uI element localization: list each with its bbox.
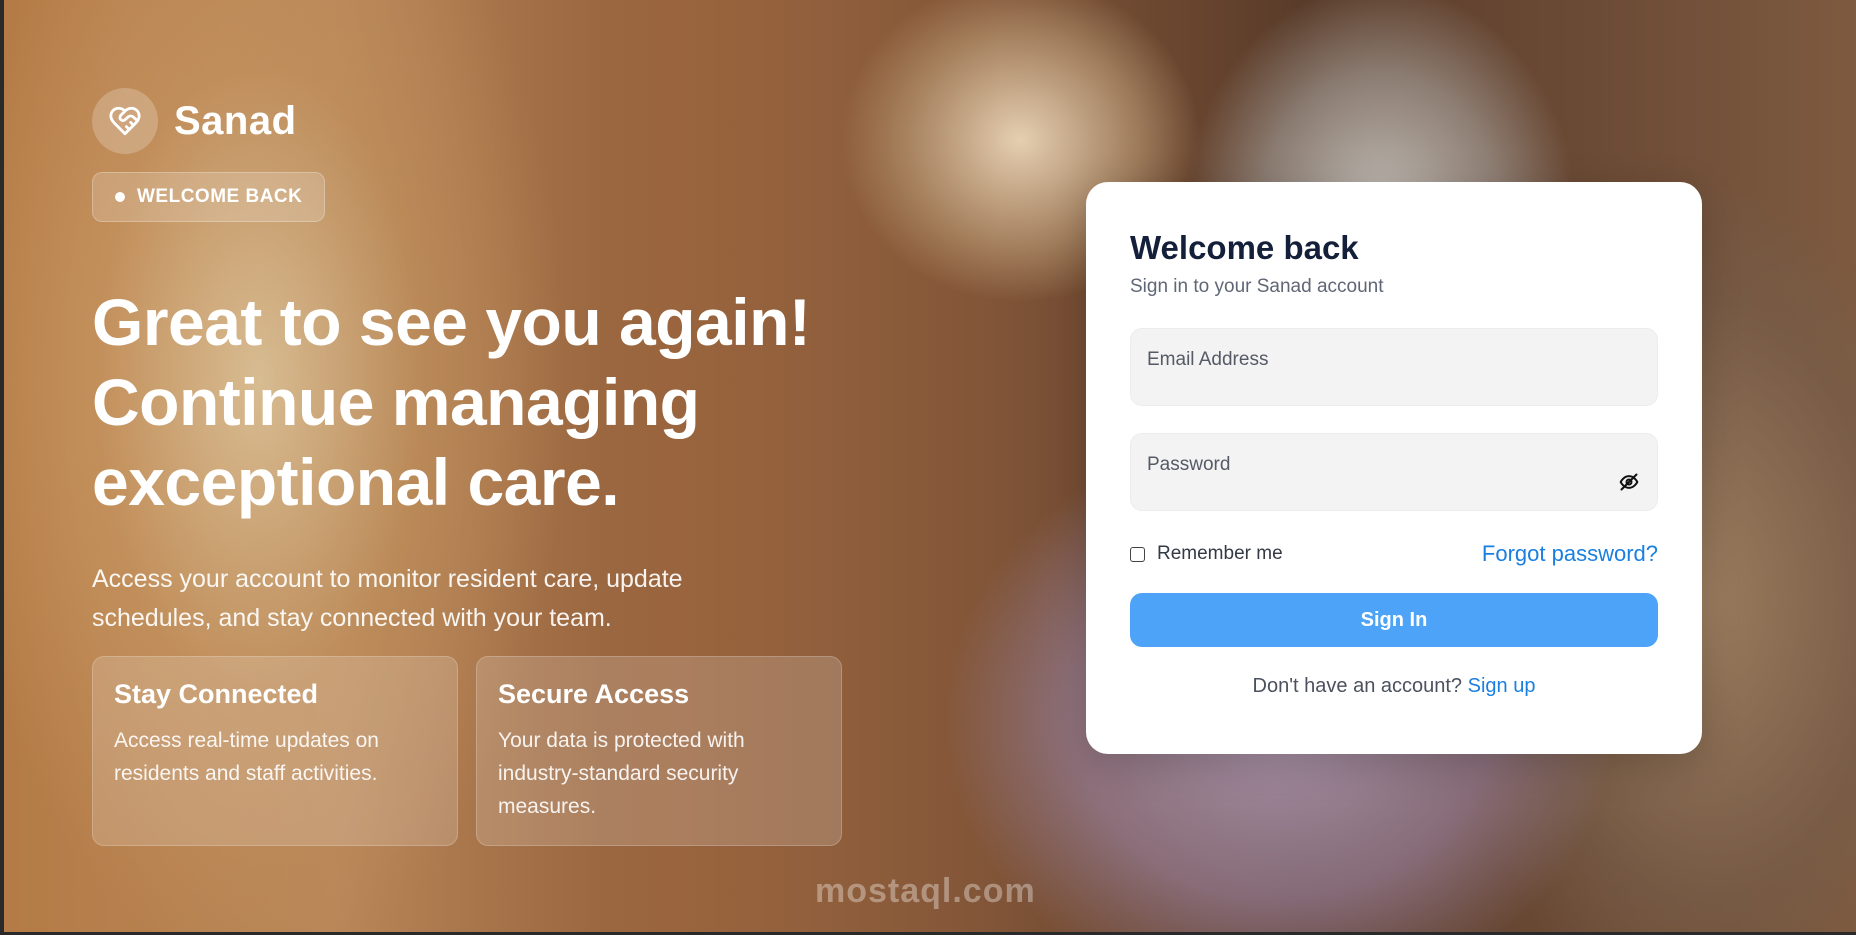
feature-text: Your data is protected with industry-sta…: [498, 729, 745, 818]
headline-line: Continue managing: [92, 365, 700, 439]
welcome-badge: WELCOME BACK: [92, 172, 326, 222]
password-input[interactable]: [1131, 434, 1657, 510]
forgot-password-link[interactable]: Forgot password?: [1482, 541, 1658, 567]
watermark: mostaql.com: [815, 872, 1036, 910]
dot-icon: [115, 192, 125, 202]
login-subtitle: Sign in to your Sanad account: [1130, 276, 1384, 297]
remember-me[interactable]: Remember me: [1130, 543, 1283, 565]
login-title: Welcome back: [1130, 229, 1359, 266]
feature-title: Secure Access: [498, 679, 690, 709]
heart-handshake-icon: [92, 88, 158, 154]
password-field-container: [1130, 433, 1658, 511]
feature-card-secure-access: Secure Access Your data is protected wit…: [476, 656, 842, 846]
hero-headline: Great to see you again! Continue managin…: [92, 282, 892, 522]
login-page: Sanad WELCOME BACK Great to see you agai…: [0, 0, 1856, 935]
signup-row: Don't have an account? Sign up: [1130, 675, 1658, 698]
brand-name: Sanad: [174, 98, 297, 143]
eye-off-icon[interactable]: [1617, 470, 1641, 494]
feature-card-stay-connected: Stay Connected Access real-time updates …: [92, 656, 458, 846]
remember-me-checkbox[interactable]: [1130, 546, 1145, 562]
sign-up-link[interactable]: Sign up: [1468, 675, 1536, 697]
sign-in-button[interactable]: Sign In: [1130, 593, 1658, 647]
remember-me-label: Remember me: [1157, 543, 1283, 564]
hero-description: Access your account to monitor resident …: [92, 565, 683, 632]
login-options: Remember me Forgot password?: [1130, 541, 1658, 567]
email-field-container: [1130, 328, 1658, 406]
badge-label: WELCOME BACK: [137, 186, 303, 207]
window-edge: [0, 0, 4, 935]
feature-text: Access real-time updates on residents an…: [114, 729, 379, 785]
feature-title: Stay Connected: [114, 679, 319, 709]
email-input[interactable]: [1131, 329, 1657, 405]
headline-line: Great to see you again!: [92, 285, 811, 359]
signup-prompt: Don't have an account?: [1252, 675, 1463, 697]
brand: Sanad: [92, 88, 297, 154]
headline-line: exceptional care.: [92, 445, 620, 519]
login-card: Welcome back Sign in to your Sanad accou…: [1086, 182, 1702, 754]
